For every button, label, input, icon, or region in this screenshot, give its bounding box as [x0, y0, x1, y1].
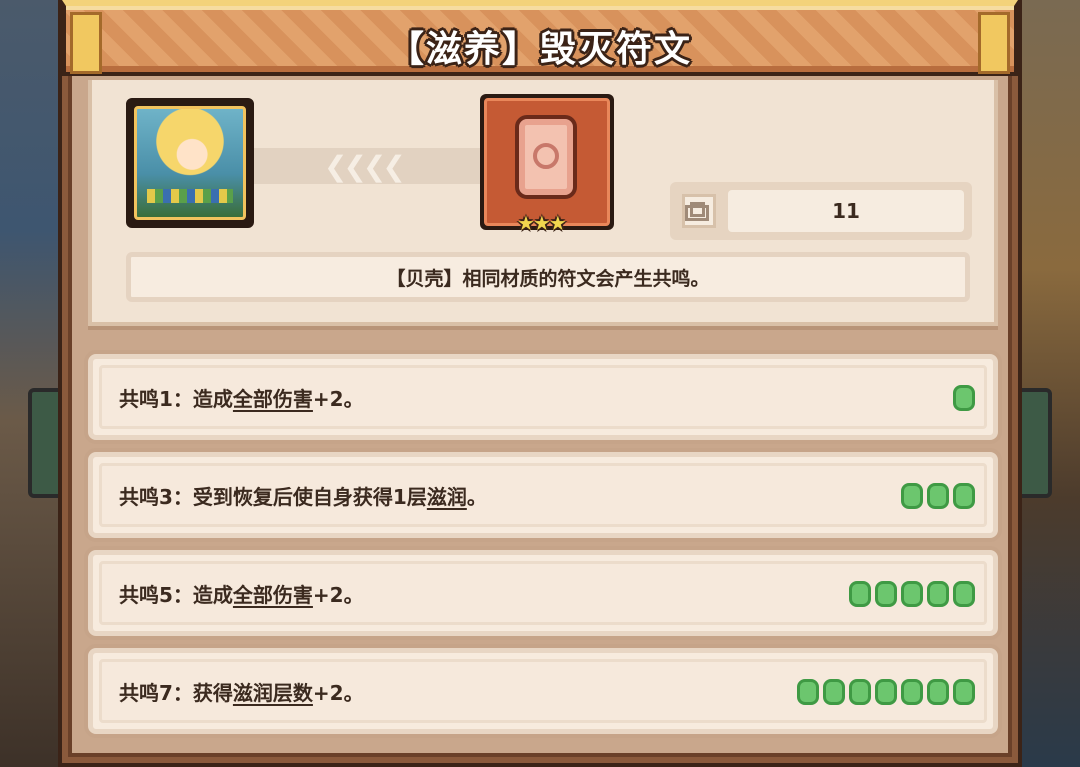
resonance-text: 共鸣5：造成全部伤害+2。: [119, 579, 364, 608]
resonance-suffix: +2。: [312, 681, 364, 705]
rune-star-rating: ★★★: [517, 211, 567, 235]
resonance-text: 共鸣1：造成全部伤害+2。: [119, 383, 364, 412]
resonance-pip-icon: [927, 679, 949, 705]
resonance-pip-icon: [849, 581, 871, 607]
keyword-link[interactable]: 滋润: [427, 485, 467, 509]
resonance-prefix: 共鸣7：获得: [119, 681, 233, 705]
resonance-pip-icon: [901, 581, 923, 607]
resonance-pip-icon: [927, 581, 949, 607]
resonance-row-5: 共鸣5：造成全部伤害+2。: [88, 550, 998, 636]
rune-info-card: ❮❮❮❮ ★★★ 11 【贝壳】相同材质的符文会产生共鸣。: [88, 80, 998, 326]
rune-slot[interactable]: ★★★: [480, 94, 614, 235]
resonance-row-3: 共鸣3：受到恢复后使自身获得1层滋润。: [88, 452, 998, 538]
resonance-prefix: 共鸣1：造成: [119, 387, 233, 411]
rune-description: 【贝壳】相同材质的符文会产生共鸣。: [126, 252, 970, 302]
resonance-prefix: 共鸣5：造成: [119, 583, 233, 607]
resonance-text: 共鸣7：获得滋润层数+2。: [119, 677, 364, 706]
resonance-pips: [797, 679, 975, 705]
resonance-pip-icon: [823, 679, 845, 705]
rune-glyph-icon: [533, 143, 559, 169]
resonance-pip-icon: [875, 581, 897, 607]
keyword-link[interactable]: 全部伤害: [233, 583, 313, 607]
chevron-left-icon: ❮❮❮❮: [324, 150, 406, 183]
inventory-grid-icon: [682, 194, 716, 228]
rune-stone: [515, 115, 577, 199]
keyword-link[interactable]: 全部伤害: [233, 387, 313, 411]
resonance-row-7: 共鸣7：获得滋润层数+2。: [88, 648, 998, 734]
resonance-pip-icon: [901, 679, 923, 705]
resonance-suffix: +2。: [312, 583, 364, 607]
resonance-text: 共鸣3：受到恢复后使自身获得1层滋润。: [119, 481, 487, 510]
resonance-pips: [901, 483, 975, 509]
character-portrait-icon: [134, 106, 246, 220]
rune-stone-icon: ★★★: [484, 98, 610, 235]
resonance-pips: [953, 385, 975, 411]
rune-count-box: 11: [670, 182, 972, 240]
panel-header: 【滋养】毁灭符文: [62, 0, 1018, 76]
page-title: 【滋养】毁灭符文: [387, 29, 692, 70]
resonance-suffix: 。: [466, 485, 487, 509]
background-left: [0, 0, 60, 767]
resonance-suffix: +2。: [312, 387, 364, 411]
rune-detail-panel: 【滋养】毁灭符文 ❮❮❮❮ ★★★ 11 【贝壳】相同材质的符文会产生共鸣。 共…: [58, 0, 1022, 767]
keyword-link[interactable]: 滋润层数: [233, 681, 313, 705]
resonance-prefix: 共鸣3：受到恢复后使自身获得1层: [119, 485, 427, 509]
character-portrait[interactable]: [126, 98, 254, 228]
resonance-pip-icon: [953, 483, 975, 509]
resonance-pip-icon: [875, 679, 897, 705]
rune-count-value: 11: [728, 190, 964, 232]
background-right: [1020, 0, 1080, 767]
resonance-pip-icon: [953, 679, 975, 705]
resonance-pip-icon: [953, 385, 975, 411]
resonance-pips: [849, 581, 975, 607]
resonance-pip-icon: [927, 483, 949, 509]
resonance-pip-icon: [797, 679, 819, 705]
resonance-pip-icon: [953, 581, 975, 607]
resonance-pip-icon: [849, 679, 871, 705]
resonance-row-1: 共鸣1：造成全部伤害+2。: [88, 354, 998, 440]
resonance-pip-icon: [901, 483, 923, 509]
